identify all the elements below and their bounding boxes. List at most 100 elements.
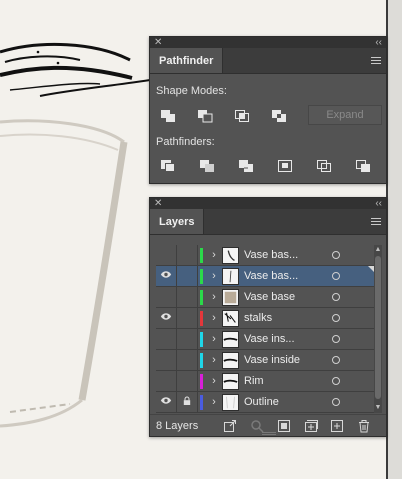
close-panel-button[interactable]: ✕ [154,37,162,48]
layer-row[interactable]: › Vase ins... [156,328,374,350]
target-circle-icon[interactable] [332,377,340,385]
layer-row[interactable]: › stalks [156,307,374,329]
make-clipping-mask-icon[interactable] [273,417,295,435]
layer-thumbnail [222,267,239,285]
outline-icon[interactable] [312,157,336,175]
layer-name[interactable]: Rim [244,375,324,387]
visibility-toggle[interactable] [156,286,177,308]
expand-chevron-icon[interactable]: › [208,291,220,303]
tab-pathfinder[interactable]: Pathfinder [150,48,224,73]
lock-toggle[interactable] [177,370,198,392]
expand-chevron-icon[interactable]: › [208,354,220,366]
layer-color-swatch [200,373,203,389]
layer-name[interactable]: Vase bas... [244,249,324,261]
layer-row[interactable]: › Outline [156,391,374,413]
delete-layer-icon[interactable] [353,417,375,435]
layer-row[interactable]: › Rim [156,370,374,392]
eye-icon [160,312,172,324]
target-circle-icon[interactable] [332,293,340,301]
panel-menu-button[interactable] [366,209,386,234]
layer-color-swatch [200,268,203,284]
close-panel-button[interactable]: ✕ [154,198,162,209]
expand-chevron-icon[interactable]: › [208,396,220,408]
eye-icon [160,270,172,282]
layer-color-swatch [200,289,203,305]
layer-row[interactable]: › Vase bas... [156,245,374,266]
layer-name[interactable]: Vase ins... [244,333,324,345]
collapse-panel-button[interactable]: ‹‹ [375,198,382,209]
lock-icon [183,395,191,409]
layer-row[interactable]: › Vase inside [156,349,374,371]
trim-icon[interactable] [195,157,219,175]
lock-toggle[interactable] [177,349,198,371]
layer-color-swatch [200,310,203,326]
scroll-thumb[interactable] [375,256,381,399]
expand-chevron-icon[interactable]: › [208,270,220,282]
lock-toggle[interactable] [177,328,198,350]
layer-thumbnail [222,372,239,390]
visibility-toggle[interactable] [156,370,177,392]
layer-name[interactable]: Vase inside [244,354,324,366]
minus-back-icon[interactable] [351,157,375,175]
panel-menu-button[interactable] [366,48,386,73]
layer-thumbnail [222,288,239,306]
tab-layers[interactable]: Layers [150,209,205,234]
pathfinders-row [156,157,375,175]
layer-row[interactable]: › Vase bas... [156,265,374,287]
visibility-toggle[interactable] [156,391,177,413]
layer-name[interactable]: Vase base [244,291,324,303]
crop-icon[interactable] [273,157,297,175]
visibility-toggle[interactable] [156,245,177,266]
expand-chevron-icon[interactable]: › [208,333,220,345]
layers-panel: ✕ ‹‹ Layers › Vase bas... › Vase bas... › Vas… [149,197,387,437]
scroll-up-arrow-icon[interactable]: ▲ [374,246,382,254]
intersect-icon[interactable] [230,107,254,125]
lock-toggle[interactable] [177,245,198,266]
target-circle-icon[interactable] [332,356,340,364]
target-circle-icon[interactable] [332,314,340,322]
layer-thumbnail [222,246,239,264]
merge-icon[interactable] [234,157,258,175]
minus-front-icon[interactable] [193,107,217,125]
target-circle-icon[interactable] [332,398,340,406]
export-icon[interactable] [219,417,241,435]
expand-button[interactable]: Expand [308,105,382,125]
layer-row[interactable]: › Vase base [156,286,374,308]
layers-tab-row: Layers [150,209,386,235]
lock-toggle[interactable] [177,286,198,308]
expand-chevron-icon[interactable]: › [208,375,220,387]
exclude-icon[interactable] [267,107,291,125]
lock-toggle[interactable] [177,391,198,413]
eye-icon [160,396,172,408]
lock-toggle[interactable] [177,265,198,287]
target-circle-icon[interactable] [332,251,340,259]
expand-chevron-icon[interactable]: › [208,312,220,324]
layer-name[interactable]: stalks [244,312,324,324]
target-circle-icon[interactable] [332,335,340,343]
layer-name[interactable]: Outline [244,396,324,408]
divide-icon[interactable] [156,157,180,175]
expand-chevron-icon[interactable]: › [208,249,220,261]
visibility-toggle[interactable] [156,265,177,287]
pathfinder-tab-row: Pathfinder [150,48,386,74]
layer-name[interactable]: Vase bas... [244,270,324,282]
layer-color-swatch [200,352,203,368]
visibility-toggle[interactable] [156,349,177,371]
layer-color-swatch [200,331,203,347]
collapse-panel-button[interactable]: ‹‹ [375,37,382,48]
visibility-toggle[interactable] [156,328,177,350]
visibility-toggle[interactable] [156,307,177,329]
pathfinder-titlebar[interactable]: ✕ ‹‹ [150,37,386,48]
layers-titlebar[interactable]: ✕ ‹‹ [150,198,386,209]
layer-list: › Vase bas... › Vase bas... › Vase base › stalk… [156,245,374,413]
layer-color-swatch [200,247,203,263]
create-new-layer-icon[interactable] [326,417,348,435]
lock-toggle[interactable] [177,307,198,329]
unite-icon[interactable] [156,107,180,125]
resize-grip[interactable] [262,432,276,435]
scroll-down-arrow-icon[interactable]: ▼ [374,404,382,412]
target-circle-icon[interactable] [332,272,340,280]
layers-scrollbar[interactable]: ▲ ▼ [374,245,382,413]
layer-thumbnail [222,393,239,411]
create-sublayer-icon[interactable] [300,417,322,435]
